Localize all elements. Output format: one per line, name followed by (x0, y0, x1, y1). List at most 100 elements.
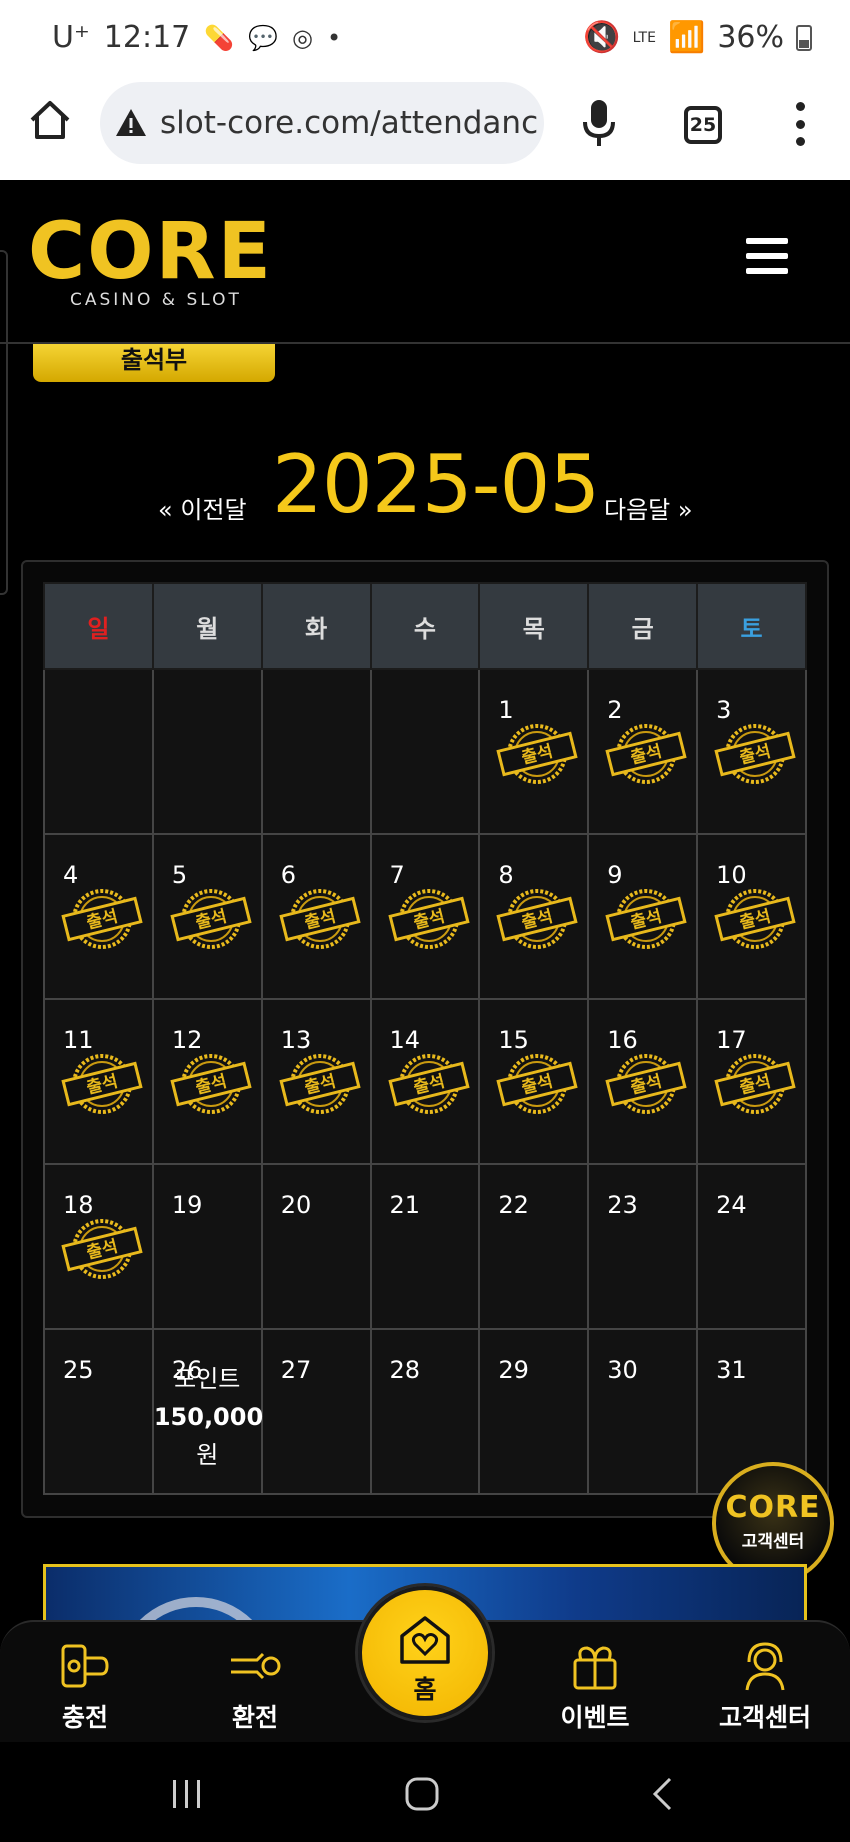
system-home-icon[interactable] (404, 1776, 440, 1812)
day-number: 26 (171, 1356, 203, 1384)
calendar-day-cell[interactable]: 10 출석 (696, 833, 807, 1000)
calendar-week-row: 1 출석 2 출석 3 출석 (43, 668, 807, 835)
weekday-fri: 금 (587, 582, 699, 670)
nav-support[interactable]: 고객센터 (710, 1640, 820, 1734)
weekday-mon: 월 (151, 582, 263, 670)
calendar-empty-cell (151, 668, 263, 835)
nav-event[interactable]: 이벤트 (540, 1640, 650, 1734)
calendar-day-cell[interactable]: 5 출석 (151, 833, 263, 1000)
calendar-day-cell[interactable]: 19 (151, 1163, 263, 1330)
attendance-stamp-icon: 출석 (170, 1054, 252, 1114)
nav-charge[interactable]: 충전 (30, 1640, 140, 1734)
status-right: 🔇 LTE 📶 36% (583, 20, 812, 55)
calendar-day-cell[interactable]: 15 출석 (478, 998, 590, 1165)
calendar-day-cell[interactable]: 1 출석 (478, 668, 590, 835)
calendar-week-row: 25 포인트 150,000 원 26 27 28 29 30 31 (43, 1328, 807, 1495)
calendar-day-cell[interactable]: 2 출석 (587, 668, 699, 835)
calendar-day-cell[interactable]: 포인트 150,000 원 26 (151, 1328, 264, 1495)
day-number: 31 (716, 1356, 747, 1384)
attendance-calendar: 일 월 화 수 목 금 토 1 출석 2 출석 3 출석 4 출석 5 출석 6 출석 7 출석 8 출석 9 출… (43, 582, 807, 1495)
calendar-empty-cell (260, 668, 372, 835)
day-number: 28 (389, 1356, 421, 1384)
calendar-day-cell[interactable]: 6 출석 (260, 833, 372, 1000)
bonus-amount: 150,000 (153, 1403, 264, 1431)
calendar-day-cell[interactable]: 18 출석 (43, 1163, 154, 1330)
nav-event-label: 이벤트 (560, 1703, 630, 1732)
headset-icon (745, 1642, 785, 1691)
home-icon[interactable] (28, 98, 72, 142)
calendar-day-cell[interactable]: 30 (587, 1328, 699, 1495)
pill-icon: 💊 (204, 23, 235, 52)
attendance-stamp-icon: 출석 (714, 724, 796, 784)
calendar-day-cell[interactable]: 14 출석 (369, 998, 481, 1165)
calendar-day-cell[interactable]: 16 출석 (587, 998, 699, 1165)
site-header: CORE CASINO & SLOT (0, 180, 850, 344)
calendar-day-cell[interactable]: 4 출석 (43, 833, 154, 1000)
calendar-day-cell[interactable]: 29 (478, 1328, 590, 1495)
attendance-stamp-icon: 출석 (496, 1054, 578, 1114)
side-drawer-handle[interactable] (0, 250, 8, 595)
calendar-day-cell[interactable]: 17 출석 (696, 998, 807, 1165)
weekday-thu: 목 (478, 582, 590, 670)
day-number: 27 (280, 1356, 312, 1384)
calendar-day-cell[interactable]: 9 출석 (587, 833, 699, 1000)
battery-icon (796, 24, 812, 51)
status-bar: U⁺ 12:17 💊 💬 ◎ • 🔇 LTE 📶 36% (0, 0, 850, 80)
charge-icon (61, 1644, 109, 1688)
support-logo: CORE (725, 1490, 821, 1525)
carrier-label: U⁺ (52, 20, 90, 55)
support-label: 고객센터 (741, 1532, 805, 1552)
weekday-sun: 일 (43, 582, 154, 670)
nav-charge-label: 충전 (61, 1703, 108, 1732)
calendar-day-cell[interactable]: 21 (369, 1163, 481, 1330)
attendance-stamp-icon: 출석 (61, 1219, 143, 1279)
weekday-wed: 수 (369, 582, 481, 670)
nav-home[interactable]: 홈 (358, 1586, 492, 1720)
attendance-stamp-icon: 출석 (605, 724, 687, 784)
calendar-day-cell[interactable]: 25 (43, 1328, 154, 1495)
calendar-week-row: 4 출석 5 출석 6 출석 7 출석 8 출석 9 출석 10 출석 (43, 833, 807, 1000)
back-icon[interactable] (650, 1776, 674, 1812)
day-number: 23 (607, 1191, 638, 1219)
tab-switcher-button[interactable]: 25 (684, 106, 722, 144)
browser-toolbar: slot-core.com/attendanc 25 (0, 80, 850, 180)
calendar-day-cell[interactable]: 13 출석 (260, 998, 372, 1165)
attendance-tab[interactable]: 출석부 (33, 344, 275, 382)
nav-support-label: 고객센터 (718, 1703, 811, 1732)
calendar-day-cell[interactable]: 23 (587, 1163, 699, 1330)
calendar-day-cell[interactable]: 24 (696, 1163, 807, 1330)
calendar-day-cell[interactable]: 22 (478, 1163, 590, 1330)
site-logo[interactable]: CORE CASINO & SLOT (28, 212, 273, 310)
month-navigation: « 이전달 2025-05 다음달 » (0, 438, 850, 531)
warning-icon[interactable] (114, 106, 148, 140)
address-bar[interactable]: slot-core.com/attendanc (100, 82, 544, 164)
calendar-day-cell[interactable]: 11 출석 (43, 998, 154, 1165)
microphone-icon[interactable] (582, 98, 616, 148)
attendance-stamp-icon: 출석 (61, 889, 143, 949)
nav-exchange[interactable]: 환전 (200, 1640, 310, 1734)
calendar-empty-cell (43, 668, 154, 835)
nav-home-label: 홈 (413, 1675, 437, 1704)
calendar-day-cell[interactable]: 7 출석 (369, 833, 481, 1000)
attendance-stamp-icon: 출석 (714, 889, 796, 949)
system-navigation-bar (0, 1742, 850, 1842)
prev-month-link[interactable]: « 이전달 (158, 490, 247, 525)
more-menu-icon[interactable] (794, 102, 806, 146)
network-label: LTE (632, 29, 656, 46)
calendar-day-cell[interactable]: 28 (369, 1328, 481, 1495)
calendar-day-cell[interactable]: 20 (260, 1163, 372, 1330)
next-month-link[interactable]: 다음달 » (604, 490, 693, 525)
weekday-sat: 토 (696, 582, 807, 670)
calendar-day-cell[interactable]: 3 출석 (696, 668, 807, 835)
calendar-day-cell[interactable]: 12 출석 (151, 998, 263, 1165)
weekday-tue: 화 (260, 582, 372, 670)
recent-apps-icon[interactable] (170, 1778, 204, 1810)
hamburger-menu-icon[interactable] (746, 238, 788, 274)
weekday-header-row: 일 월 화 수 목 금 토 (43, 582, 807, 670)
attendance-stamp-icon: 출석 (279, 1054, 361, 1114)
status-left: U⁺ 12:17 💊 💬 ◎ • (52, 20, 341, 55)
calendar-day-cell[interactable]: 8 출석 (478, 833, 590, 1000)
calendar-day-cell[interactable]: 27 (260, 1328, 372, 1495)
attendance-stamp-icon: 출석 (387, 1054, 470, 1114)
day-number: 19 (171, 1191, 203, 1219)
